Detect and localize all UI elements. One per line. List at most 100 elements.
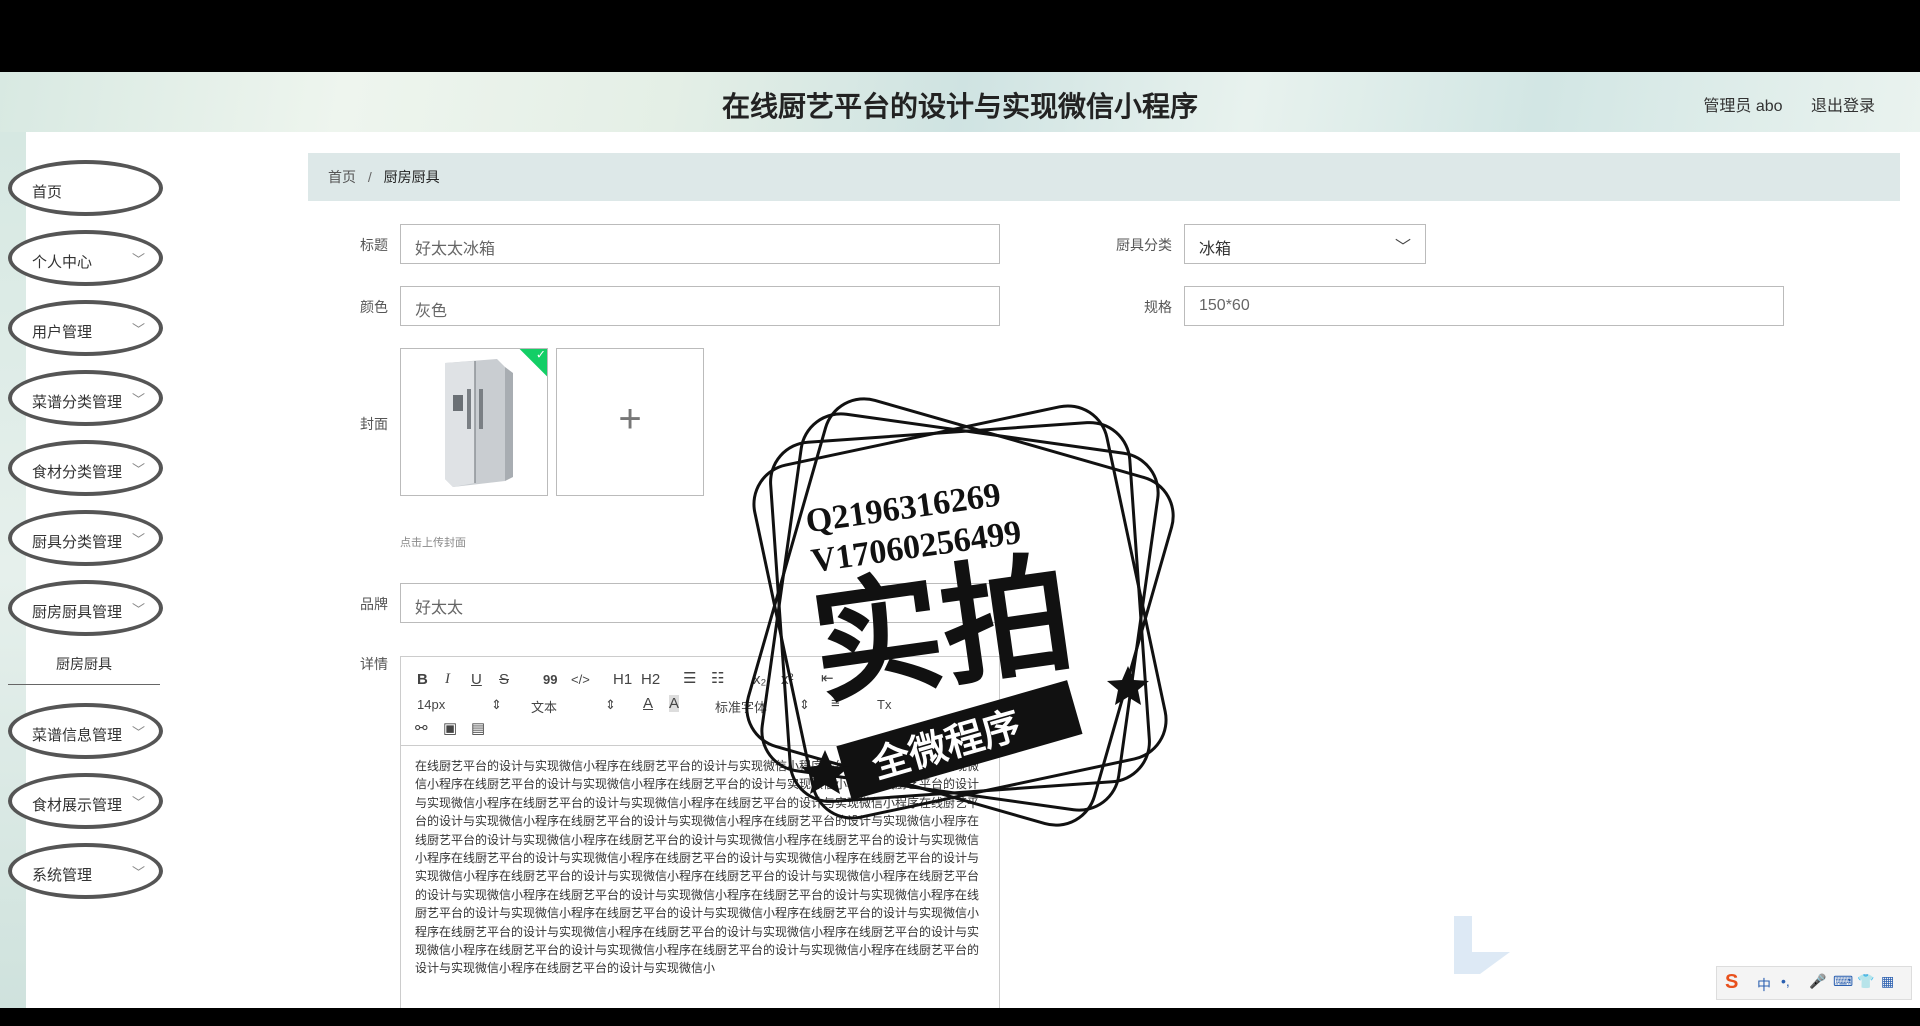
sidebar-item-label: 系统管理 (32, 867, 93, 884)
category-label: 厨具分类 (1116, 237, 1172, 253)
sidebar-item-cookware-category[interactable]: 厨具分类管理 ﹀ (8, 510, 163, 566)
sidebar-item-label: 厨房厨具管理 (32, 604, 123, 621)
font-size-select[interactable]: 14px (417, 697, 445, 712)
keyboard-icon[interactable]: ⌨ (1833, 973, 1853, 990)
add-cover-button[interactable]: + (556, 348, 704, 496)
sidebar-nav: 首页 个人中心 ﹀ 用户管理 ﹀ 菜谱分类管理 ﹀ 食材分类管理 ﹀ 厨具分类管… (8, 160, 168, 913)
sidebar-item-label: 食材分类管理 (32, 464, 123, 481)
sidebar-item-label: 食材展示管理 (32, 797, 123, 814)
sidebar-item-recipe-category[interactable]: 菜谱分类管理 ﹀ (8, 370, 163, 426)
chevron-updown-icon: ⇕ (491, 697, 502, 712)
sidebar-item-kitchenware-management[interactable]: 厨房厨具管理 ﹀ (8, 580, 163, 636)
code-button[interactable]: </> (571, 672, 590, 687)
sidebar-item-label: 用户管理 (32, 324, 93, 341)
spec-field[interactable]: 150*60 (1184, 286, 1784, 326)
microphone-icon[interactable]: 🎤 (1809, 973, 1826, 990)
ordered-list-icon[interactable]: ☰ (683, 669, 696, 687)
editor-content[interactable]: 在线厨艺平台的设计与实现微信小程序在线厨艺平台的设计与实现微信小程序在线厨艺平台… (415, 757, 987, 978)
align-icon[interactable]: ≡ (831, 695, 840, 712)
strike-button[interactable]: S (499, 671, 509, 688)
admin-user-label[interactable]: 管理员 abo (1703, 98, 1782, 115)
sidebar-item-ingredient-category[interactable]: 食材分类管理 ﹀ (8, 440, 163, 496)
sidebar-item-label: 菜谱信息管理 (32, 727, 123, 744)
cover-label: 封面 (360, 416, 388, 432)
sidebar-item-label: 菜谱分类管理 (32, 394, 123, 411)
brand-field[interactable]: 好太太 (400, 583, 1000, 623)
editor-toolbar: B I U S 99 </> H1 H2 ☰ ☷ x₂ x² ⇤ 14px ⇕ … (401, 657, 1001, 746)
watermark-line-2: V17060256499 (809, 514, 1024, 580)
h1-button[interactable]: H1 (613, 671, 632, 688)
breadcrumb-current: 厨房厨具 (383, 169, 440, 185)
sogou-logo-icon: S (1725, 971, 1739, 993)
sidebar-item-label: 个人中心 (32, 254, 93, 271)
chevron-down-icon: ﹀ (1394, 239, 1411, 256)
title-field[interactable]: 好太太冰箱 (400, 224, 1000, 264)
logout-button[interactable]: 退出登录 (1811, 98, 1875, 115)
chevron-down-icon: ﹀ (131, 322, 145, 337)
font-family-select[interactable]: 标准字体 (715, 697, 767, 716)
upload-hint: 点击上传封面 (400, 537, 466, 549)
superscript-button[interactable]: x² (781, 671, 794, 688)
ime-toolbar: S 中 •, 🎤 ⌨ 👕 ▦ (1716, 966, 1912, 1000)
title-label: 标题 (360, 237, 388, 253)
refrigerator-image (401, 349, 547, 495)
rich-text-editor[interactable]: B I U S 99 </> H1 H2 ☰ ☷ x₂ x² ⇤ 14px ⇕ … (400, 656, 1001, 1008)
color-field[interactable]: 灰色 (400, 286, 1000, 326)
cover-image-thumbnail[interactable]: ✓ (400, 348, 548, 496)
breadcrumb-home[interactable]: 首页 (328, 169, 356, 185)
detail-label: 详情 (360, 656, 388, 672)
video-icon[interactable]: ▤ (471, 719, 485, 737)
quote-button[interactable]: 99 (543, 672, 557, 687)
check-icon: ✓ (535, 348, 546, 362)
bold-button[interactable]: B (417, 671, 428, 688)
header-user-area: 管理员 abo 退出登录 (1679, 92, 1875, 116)
page-title: 在线厨艺平台的设计与实现微信小程序 (721, 91, 1198, 122)
watermark-line-1: Q2196316269 (803, 476, 1003, 540)
brand-label: 品牌 (360, 596, 388, 612)
sidebar-item-personal-center[interactable]: 个人中心 ﹀ (8, 230, 163, 286)
star-icon (1107, 666, 1149, 705)
punctuation-icon[interactable]: •, (1781, 973, 1790, 989)
chevron-down-icon: ﹀ (131, 252, 145, 267)
top-header: 在线厨艺平台的设计与实现微信小程序 管理员 abo 退出登录 (0, 72, 1920, 132)
breadcrumb: 首页 / 厨房厨具 (308, 153, 1900, 201)
link-icon[interactable]: ⚯ (415, 719, 428, 737)
color-label: 颜色 (360, 299, 388, 315)
app-screen: 在线厨艺平台的设计与实现微信小程序 管理员 abo 退出登录 首页 个人中心 ﹀… (0, 72, 1920, 1008)
apps-grid-icon[interactable]: ▦ (1881, 973, 1894, 990)
category-select[interactable]: 冰箱 ﹀ (1184, 224, 1426, 264)
sidebar-item-user-management[interactable]: 用户管理 ﹀ (8, 300, 163, 356)
skin-icon[interactable]: 👕 (1857, 973, 1874, 990)
chevron-updown-icon: ⇕ (799, 697, 810, 712)
sidebar-item-label: 首页 (32, 184, 63, 201)
chevron-down-icon: ﹀ (131, 532, 145, 547)
italic-button[interactable]: I (445, 671, 450, 688)
chevron-down-icon: ﹀ (131, 462, 145, 477)
ime-language-toggle[interactable]: 中 (1757, 975, 1771, 995)
spec-label: 规格 (1144, 299, 1172, 315)
clear-format-icon[interactable]: Tx (877, 697, 891, 712)
font-color-icon[interactable]: A (643, 695, 653, 712)
underline-button[interactable]: U (471, 671, 482, 688)
sidebar-subitem-kitchenware[interactable]: 厨房厨具 (8, 644, 160, 685)
h2-button[interactable]: H2 (641, 671, 660, 688)
subscript-button[interactable]: x₂ (753, 671, 766, 688)
chevron-down-icon: ﹀ (131, 602, 145, 617)
breadcrumb-separator: / (367, 169, 372, 185)
category-select-value: 冰箱 (1199, 241, 1232, 258)
sidebar-item-ingredient-display[interactable]: 食材展示管理 ﹀ (8, 773, 163, 829)
image-icon[interactable]: ▣ (443, 719, 457, 737)
outdent-icon[interactable]: ⇤ (821, 669, 834, 687)
chevron-down-icon: ﹀ (131, 795, 145, 810)
chevron-updown-icon: ⇕ (605, 697, 616, 712)
background-color-icon[interactable]: A (669, 695, 680, 712)
sidebar-item-system[interactable]: 系统管理 ﹀ (8, 843, 163, 899)
chevron-down-icon: ﹀ (131, 392, 145, 407)
text-style-select[interactable]: 文本 (531, 697, 557, 716)
sidebar-item-label: 厨具分类管理 (32, 534, 123, 551)
bullet-list-icon[interactable]: ☷ (711, 669, 724, 687)
logo-watermark-icon (1454, 916, 1510, 974)
sidebar-item-recipe-info[interactable]: 菜谱信息管理 ﹀ (8, 703, 163, 759)
chevron-down-icon: ﹀ (131, 865, 145, 880)
sidebar-item-home[interactable]: 首页 (8, 160, 163, 216)
